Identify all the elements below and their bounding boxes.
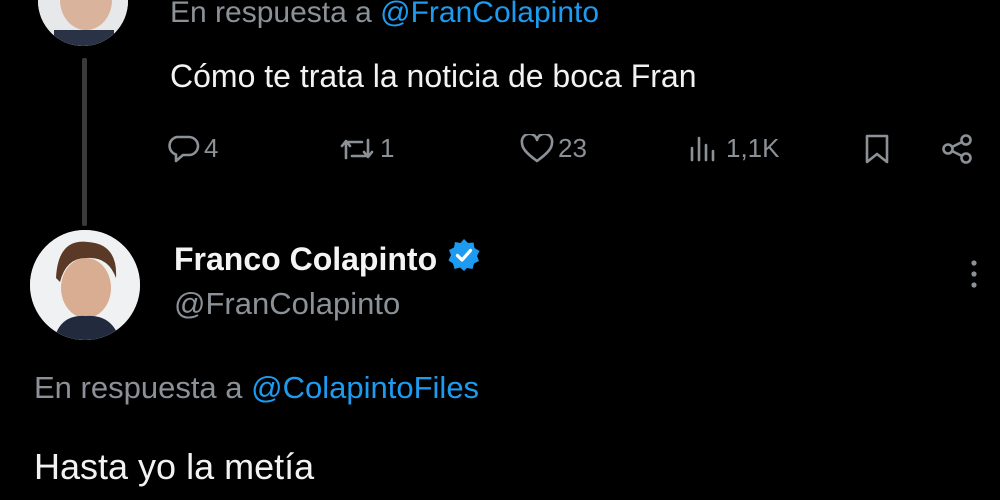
reply-prefix: En respuesta a bbox=[34, 370, 243, 405]
reply-tweet-avatar[interactable] bbox=[30, 230, 140, 340]
bookmark-button[interactable] bbox=[862, 133, 892, 165]
parent-tweet-avatar[interactable] bbox=[38, 0, 128, 46]
reply-tweet-text: Hasta yo la metía bbox=[34, 446, 315, 487]
like-icon bbox=[520, 133, 554, 164]
author-name[interactable]: Franco Colapinto bbox=[174, 241, 437, 278]
like-count: 23 bbox=[558, 133, 587, 163]
retweet-count: 1 bbox=[380, 133, 395, 163]
parent-reply-context: En respuesta a @FranColapinto bbox=[170, 0, 599, 30]
views-button[interactable]: 1,1K bbox=[688, 133, 780, 164]
reply-prefix: En respuesta a bbox=[170, 0, 372, 29]
share-icon bbox=[940, 133, 974, 165]
verified-badge-icon bbox=[447, 238, 481, 280]
thread-connector-line bbox=[82, 58, 87, 226]
more-options-icon bbox=[964, 260, 984, 300]
retweet-icon bbox=[338, 134, 376, 164]
views-count: 1,1K bbox=[726, 133, 780, 163]
views-icon bbox=[688, 134, 722, 164]
parent-tweet-text: Cómo te trata la noticia de boca Fran bbox=[170, 58, 697, 94]
retweet-button[interactable]: 1 bbox=[338, 133, 394, 164]
like-button[interactable]: 23 bbox=[520, 133, 587, 164]
reply-context: En respuesta a @ColapintoFiles bbox=[34, 370, 479, 406]
reply-handle-link[interactable]: @ColapintoFiles bbox=[251, 370, 479, 405]
parent-tweet-actions: 4 1 23 1,1K bbox=[168, 133, 988, 173]
author-name-row: Franco Colapinto bbox=[174, 238, 481, 280]
share-button[interactable] bbox=[940, 133, 974, 165]
reply-count: 4 bbox=[204, 133, 219, 163]
more-options-button[interactable] bbox=[964, 256, 984, 301]
reply-button[interactable]: 4 bbox=[168, 133, 218, 164]
reply-handle-link[interactable]: @FranColapinto bbox=[380, 0, 599, 29]
bookmark-icon bbox=[862, 133, 892, 165]
author-handle[interactable]: @FranColapinto bbox=[174, 286, 400, 322]
reply-icon bbox=[168, 134, 200, 164]
